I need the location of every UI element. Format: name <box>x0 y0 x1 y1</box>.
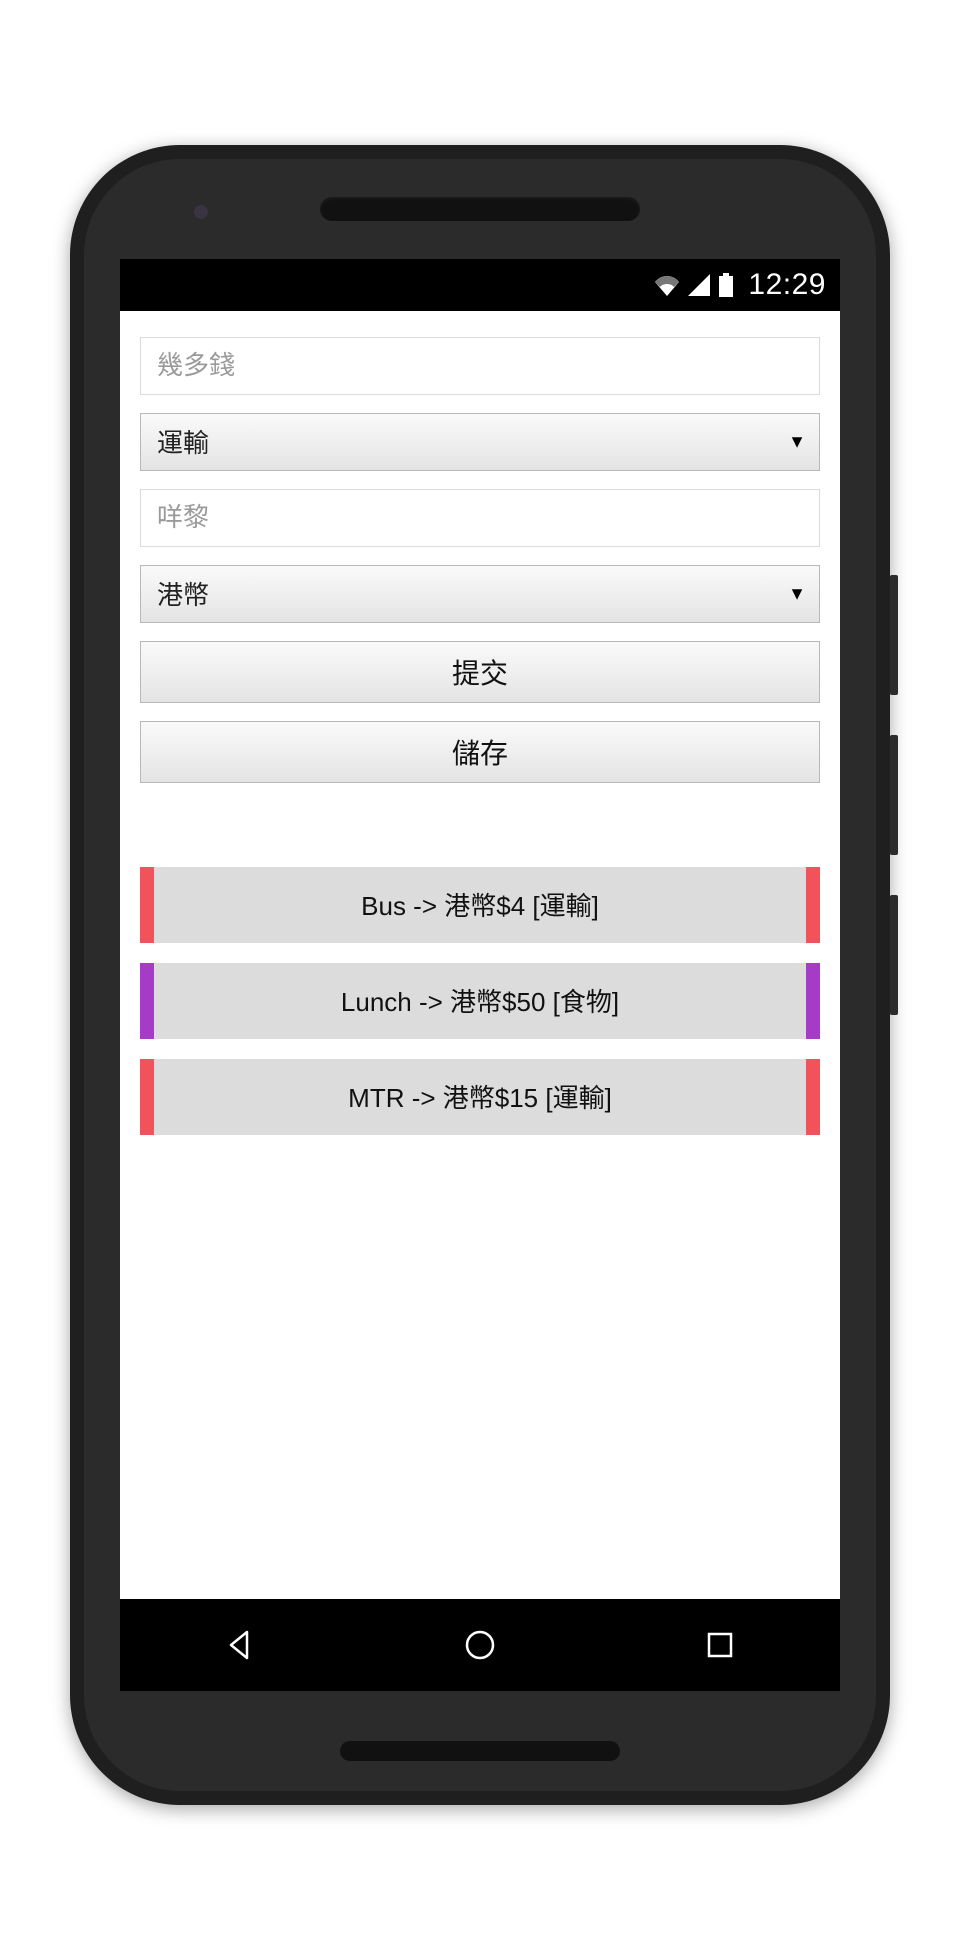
home-button[interactable] <box>450 1615 510 1675</box>
navigation-bar <box>120 1599 840 1691</box>
category-select[interactable]: 運輸 ▼ <box>140 413 820 471</box>
list-item[interactable]: Lunch -> 港幣$50 [食物] <box>140 963 820 1039</box>
amount-input[interactable] <box>140 337 820 395</box>
phone-speaker-bottom <box>340 1741 620 1761</box>
app-content: 運輸 ▼ 港幣 ▼ 提交 儲存 <box>120 311 840 1599</box>
submit-button[interactable]: 提交 <box>140 641 820 703</box>
phone-speaker <box>320 197 640 221</box>
phone-side-button <box>890 895 898 1015</box>
recent-apps-button[interactable] <box>690 1615 750 1675</box>
category-select-value: 運輸 <box>157 423 209 460</box>
phone-side-button <box>890 735 898 855</box>
phone-side-button <box>890 575 898 695</box>
spacer <box>140 801 820 849</box>
phone-frame: 12:29 運輸 ▼ 港幣 ▼ 提交 <box>70 145 890 1805</box>
entries-list: Bus -> 港幣$4 [運輸] Lunch -> 港幣$50 [食物] MTR… <box>140 867 820 1135</box>
list-item[interactable]: Bus -> 港幣$4 [運輸] <box>140 867 820 943</box>
cell-signal-icon <box>688 274 710 296</box>
list-item-text: Bus -> 港幣$4 [運輸] <box>361 886 599 923</box>
list-item[interactable]: MTR -> 港幣$15 [運輸] <box>140 1059 820 1135</box>
note-input[interactable] <box>140 489 820 547</box>
status-bar: 12:29 <box>120 259 840 311</box>
list-item-text: Lunch -> 港幣$50 [食物] <box>341 982 619 1019</box>
phone-camera <box>194 205 208 219</box>
wifi-icon <box>654 274 680 296</box>
save-button[interactable]: 儲存 <box>140 721 820 783</box>
save-button-label: 儲存 <box>452 732 508 772</box>
submit-button-label: 提交 <box>452 652 508 692</box>
currency-select-value: 港幣 <box>157 575 209 612</box>
list-item-text: MTR -> 港幣$15 [運輸] <box>348 1078 612 1115</box>
back-button[interactable] <box>210 1615 270 1675</box>
battery-icon <box>718 273 734 297</box>
status-time: 12:29 <box>748 268 826 302</box>
currency-select[interactable]: 港幣 ▼ <box>140 565 820 623</box>
screen: 12:29 運輸 ▼ 港幣 ▼ 提交 <box>120 259 840 1691</box>
